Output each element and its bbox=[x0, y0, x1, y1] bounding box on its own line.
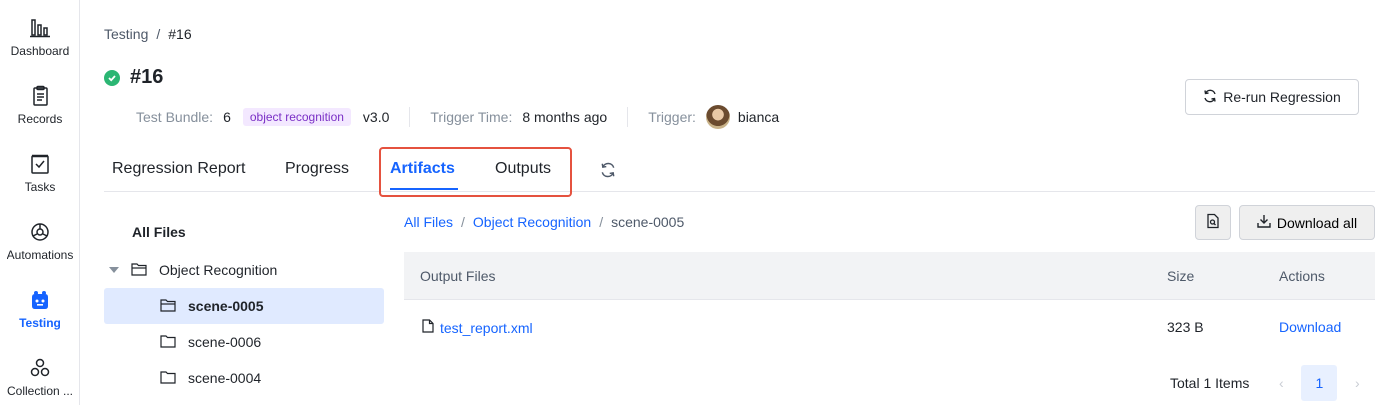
next-page-icon[interactable]: › bbox=[1345, 375, 1369, 391]
tree-node-scene-0004[interactable]: scene-0004 bbox=[104, 360, 384, 396]
sidebar-item-label: Testing bbox=[19, 316, 61, 330]
trigger-label: Trigger: bbox=[648, 109, 696, 125]
tree-node-label: scene-0004 bbox=[188, 370, 262, 386]
run-metadata: Test Bundle: 6 object recognition v3.0 T… bbox=[136, 104, 779, 130]
file-search-icon bbox=[1205, 213, 1221, 232]
automations-icon bbox=[28, 220, 52, 244]
tree-node-object-recognition[interactable]: Object Recognition bbox=[104, 252, 384, 288]
sidebar-item-testing[interactable]: Testing bbox=[0, 288, 80, 348]
pagination-total: Total 1 Items bbox=[1170, 375, 1250, 391]
column-header-output-files: Output Files bbox=[420, 268, 496, 284]
sidebar-item-label: Records bbox=[17, 112, 63, 126]
avatar bbox=[705, 105, 730, 129]
folder-open-icon bbox=[131, 262, 159, 279]
table-row: test_report.xml 323 B Download bbox=[404, 301, 1375, 353]
file-name-link[interactable]: test_report.xml bbox=[440, 320, 533, 336]
sidebar-item-label: Collection ... bbox=[6, 384, 74, 398]
sidebar: Dashboard Records Tasks Automations Test… bbox=[0, 0, 80, 405]
column-header-actions: Actions bbox=[1279, 268, 1325, 284]
file-preview-button[interactable] bbox=[1195, 205, 1231, 240]
records-icon bbox=[28, 84, 52, 108]
tree-node-label: scene-0006 bbox=[188, 334, 262, 350]
trigger-time-value: 8 months ago bbox=[522, 109, 608, 125]
file-size: 323 B bbox=[1167, 319, 1204, 335]
download-icon bbox=[1257, 214, 1271, 231]
sidebar-item-label: Tasks bbox=[24, 180, 56, 194]
rerun-label: Re-run Regression bbox=[1223, 89, 1341, 105]
refresh-icon[interactable] bbox=[600, 162, 616, 181]
prev-page-icon[interactable]: ‹ bbox=[1269, 375, 1293, 391]
sidebar-item-label: Automations bbox=[6, 248, 74, 262]
collection-icon bbox=[28, 356, 52, 380]
test-bundle-version: v3.0 bbox=[362, 109, 390, 125]
title-row: #16 bbox=[104, 66, 163, 89]
download-all-label: Download all bbox=[1276, 214, 1358, 231]
rerun-regression-button[interactable]: Re-run Regression bbox=[1185, 79, 1359, 115]
breadcrumb-separator: / bbox=[156, 26, 161, 42]
sidebar-item-tasks[interactable]: Tasks bbox=[0, 152, 80, 212]
tree-node-scene-0006[interactable]: scene-0006 bbox=[104, 324, 384, 360]
tree-node-label: scene-0005 bbox=[188, 298, 264, 314]
page-title: #16 bbox=[130, 66, 164, 88]
download-link[interactable]: Download bbox=[1279, 319, 1341, 335]
folder-icon bbox=[160, 334, 188, 351]
file-breadcrumb-current: scene-0005 bbox=[611, 214, 685, 230]
file-name-cell: test_report.xml bbox=[422, 319, 533, 336]
file-breadcrumb-object-recognition[interactable]: Object Recognition bbox=[473, 214, 591, 230]
divider bbox=[409, 107, 411, 127]
caret-down-icon[interactable] bbox=[109, 267, 119, 273]
trigger-user: bianca bbox=[737, 109, 780, 125]
breadcrumb-root[interactable]: Testing bbox=[104, 26, 148, 42]
tab-regression-report[interactable]: Regression Report bbox=[112, 160, 245, 178]
breadcrumb-separator: / bbox=[461, 214, 465, 230]
testing-icon bbox=[28, 288, 52, 312]
highlight-box bbox=[379, 147, 572, 197]
file-icon bbox=[422, 319, 434, 336]
sidebar-item-collection[interactable]: Collection ... bbox=[0, 356, 80, 405]
test-bundle-label: Test Bundle: bbox=[136, 109, 214, 125]
dashboard-icon bbox=[28, 16, 52, 40]
test-bundle-count: 6 bbox=[223, 109, 231, 125]
refresh-icon bbox=[1203, 89, 1217, 106]
breadcrumb-separator: / bbox=[599, 214, 604, 230]
sidebar-item-label: Dashboard bbox=[10, 44, 70, 58]
tree-node-label: Object Recognition bbox=[159, 262, 278, 278]
tree-node-scene-0005[interactable]: scene-0005 bbox=[104, 288, 384, 324]
test-bundle-tag: object recognition bbox=[242, 108, 351, 126]
pagination: Total 1 Items ‹ 1 › bbox=[1170, 365, 1369, 401]
tasks-icon bbox=[28, 152, 52, 176]
folder-open-icon bbox=[160, 298, 188, 315]
tab-progress[interactable]: Progress bbox=[285, 160, 349, 178]
table-header: Output Files Size Actions bbox=[404, 252, 1375, 300]
trigger-time-label: Trigger Time: bbox=[430, 109, 513, 125]
sidebar-item-records[interactable]: Records bbox=[0, 84, 80, 144]
breadcrumb: Testing / #16 bbox=[104, 26, 192, 42]
tree-all-files[interactable]: All Files bbox=[132, 224, 186, 240]
file-breadcrumb-all-files[interactable]: All Files bbox=[404, 214, 453, 230]
download-all-button[interactable]: Download all bbox=[1239, 205, 1375, 240]
sidebar-item-automations[interactable]: Automations bbox=[0, 220, 80, 280]
success-check-icon bbox=[104, 69, 120, 86]
column-header-size: Size bbox=[1167, 268, 1195, 284]
page-button[interactable]: 1 bbox=[1301, 365, 1338, 401]
breadcrumb-current: #16 bbox=[168, 26, 192, 42]
sidebar-item-dashboard[interactable]: Dashboard bbox=[0, 16, 80, 76]
tab-bar: Regression Report Progress Artifacts Out… bbox=[104, 148, 1375, 192]
folder-icon bbox=[160, 370, 188, 387]
divider bbox=[627, 107, 629, 127]
file-breadcrumb: All Files / Object Recognition / scene-0… bbox=[404, 214, 684, 230]
